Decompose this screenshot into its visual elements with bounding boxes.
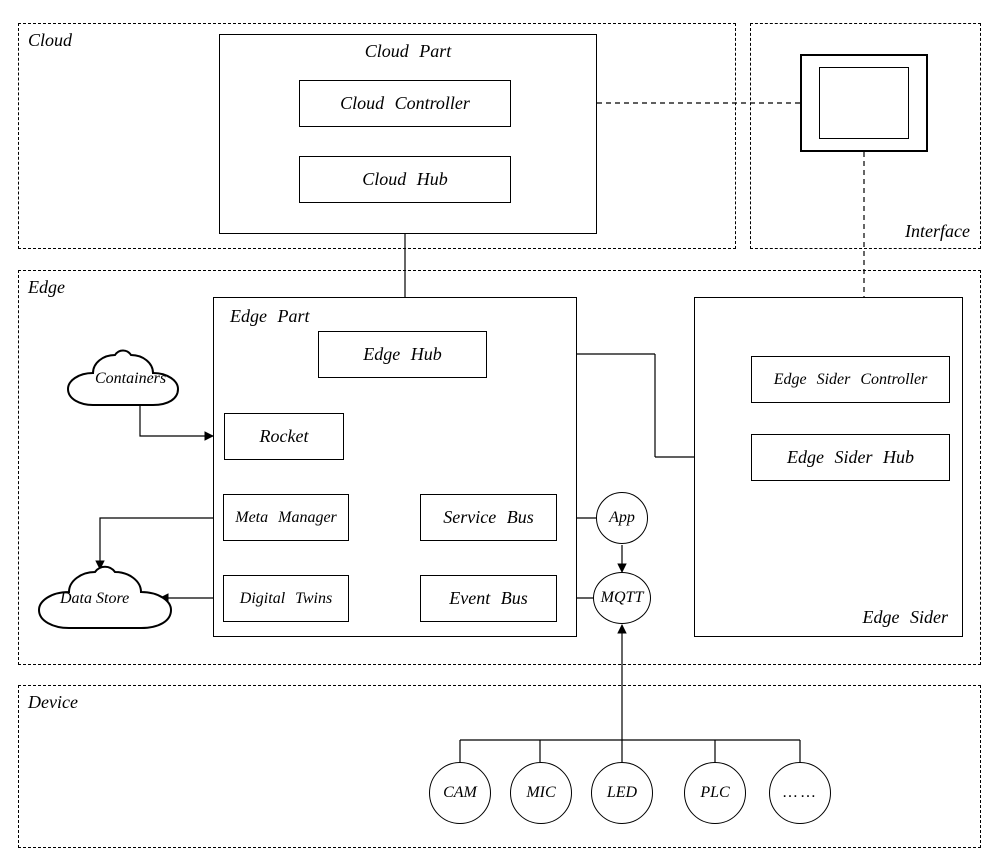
- event-bus-box: Event Bus: [420, 575, 557, 622]
- app-circle: App: [596, 492, 648, 544]
- meta-manager-text: Meta Manager: [235, 509, 337, 527]
- event-bus-text: Event Bus: [449, 588, 527, 609]
- device-mic-circle: MIC: [510, 762, 572, 824]
- device-led-text: LED: [607, 784, 637, 802]
- device-cam-circle: CAM: [429, 762, 491, 824]
- interface-label: Interface: [905, 221, 970, 242]
- device-mic-text: MIC: [526, 784, 555, 802]
- device-label: Device: [28, 692, 78, 713]
- datastore-cloud-label: Data Store: [60, 590, 129, 608]
- mqtt-text: MQTT: [601, 589, 644, 607]
- device-layer: Device: [18, 685, 981, 848]
- cloud-hub-box: Cloud Hub: [299, 156, 511, 203]
- edge-sider-controller-box: Edge Sider Controller: [751, 356, 950, 403]
- meta-manager-box: Meta Manager: [223, 494, 349, 541]
- device-more-circle: ……: [769, 762, 831, 824]
- edge-sider-title: Edge Sider: [863, 607, 948, 628]
- device-plc-circle: PLC: [684, 762, 746, 824]
- cloud-controller-text: Cloud Controller: [340, 93, 470, 114]
- app-text: App: [609, 509, 635, 527]
- cloud-controller-box: Cloud Controller: [299, 80, 511, 127]
- service-bus-box: Service Bus: [420, 494, 557, 541]
- device-led-circle: LED: [591, 762, 653, 824]
- containers-cloud-label: Containers: [95, 370, 166, 388]
- edge-hub-box: Edge Hub: [318, 331, 487, 378]
- digital-twins-text: Digital Twins: [240, 590, 332, 608]
- edge-sider-hub-text: Edge Sider Hub: [787, 447, 914, 468]
- digital-twins-box: Digital Twins: [223, 575, 349, 622]
- edge-part-title: Edge Part: [230, 306, 310, 327]
- rocket-box: Rocket: [224, 413, 344, 460]
- user-icon-inner: [819, 67, 909, 139]
- edge-label: Edge: [28, 277, 65, 298]
- rocket-text: Rocket: [260, 426, 309, 447]
- cloud-label: Cloud: [28, 30, 72, 51]
- cloud-part-container: Cloud Part: [219, 34, 597, 234]
- cloud-hub-text: Cloud Hub: [362, 169, 448, 190]
- edge-sider-hub-box: Edge Sider Hub: [751, 434, 950, 481]
- cloud-part-title: Cloud Part: [220, 41, 596, 62]
- service-bus-text: Service Bus: [443, 507, 533, 528]
- device-cam-text: CAM: [443, 784, 477, 802]
- mqtt-circle: MQTT: [593, 572, 651, 624]
- device-more-text: ……: [782, 784, 818, 802]
- edge-sider-controller-text: Edge Sider Controller: [774, 371, 928, 389]
- device-plc-text: PLC: [700, 784, 729, 802]
- edge-hub-text: Edge Hub: [363, 344, 441, 365]
